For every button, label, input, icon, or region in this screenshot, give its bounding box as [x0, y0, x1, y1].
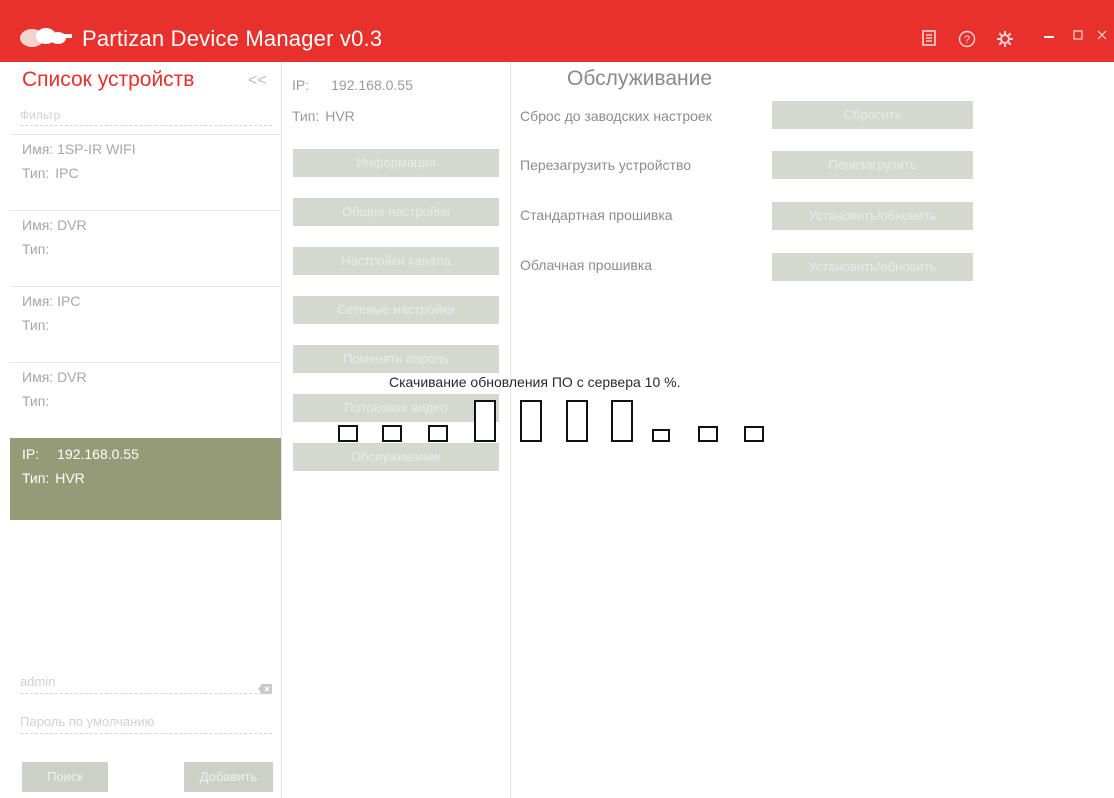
device-list-title: Список устройств — [22, 68, 195, 91]
cloud-firmware-button[interactable]: Установить/обновить — [772, 253, 973, 281]
factory-reset-button[interactable]: Сбросить — [772, 101, 973, 129]
device-ip-row: IP: 192.168.0.55 — [292, 77, 413, 93]
device-name-label: Имя: — [22, 141, 54, 157]
network-settings-button[interactable]: Сетевые настройки — [293, 296, 499, 324]
progress-box — [520, 400, 542, 442]
reboot-button[interactable]: Перезагрузить — [772, 151, 973, 179]
reboot-label: Перезагрузить устройство — [520, 157, 692, 173]
progress-box — [698, 426, 718, 442]
help-icon[interactable]: ? — [958, 30, 976, 48]
close-icon[interactable] — [1096, 28, 1108, 47]
list-icon[interactable] — [920, 30, 938, 48]
device-name-label: Имя: — [22, 217, 54, 233]
maximize-icon[interactable] — [1072, 28, 1084, 47]
cloud-firmware-label: Облачная прошивка — [520, 257, 653, 273]
search-button[interactable]: Поиск — [22, 762, 108, 792]
login-input[interactable] — [20, 670, 272, 694]
device-type: HVR — [55, 470, 85, 486]
ip-value: 192.168.0.55 — [331, 77, 413, 93]
device-name: 1SP-IR WIFI — [57, 141, 136, 157]
standard-firmware-label: Стандартная прошивка — [520, 207, 673, 223]
device-type-label: Тип: — [22, 165, 50, 181]
progress-box — [611, 400, 633, 442]
maintenance-title: Обслуживание — [567, 67, 713, 90]
info-button[interactable]: Информация — [293, 149, 499, 177]
filter-input[interactable] — [20, 104, 272, 126]
general-settings-button[interactable]: Общие настройки — [293, 198, 499, 226]
change-password-button[interactable]: Поменять пароль — [293, 345, 499, 373]
device-list-panel: Список устройств << Имя: 1SP-IR WIFI Тип… — [10, 62, 281, 798]
title-bar: Partizan Device Manager v0.3 ? — [0, 0, 1114, 62]
device-list-item-selected[interactable]: IP: 192.168.0.55 Тип: HVR — [10, 438, 281, 520]
device-list-item[interactable]: Имя: DVR Тип: — [10, 362, 281, 438]
device-list-item[interactable]: Имя: IPC Тип: — [10, 286, 281, 362]
device-list-item[interactable]: Имя: 1SP-IR WIFI Тип: IPC — [10, 134, 281, 210]
download-status-text: Скачивание обновления ПО с сервера 10 %. — [389, 374, 681, 390]
app-title: Partizan Device Manager v0.3 — [82, 26, 383, 51]
content-divider — [510, 62, 511, 798]
maintenance-button[interactable]: Обслуживание — [293, 443, 499, 471]
password-input[interactable] — [20, 710, 272, 734]
device-name: DVR — [57, 369, 87, 385]
add-device-button[interactable]: Добавить — [184, 762, 273, 792]
settings-icon[interactable] — [996, 30, 1014, 48]
progress-box — [338, 425, 358, 442]
device-name-label: Имя: — [22, 293, 54, 309]
device-name: DVR — [57, 217, 87, 233]
device-ip-label: IP: — [22, 446, 40, 462]
video-stream-button[interactable]: Потоковое видео — [293, 394, 499, 422]
svg-text:?: ? — [964, 34, 970, 46]
device-ip: 192.168.0.55 — [57, 446, 139, 462]
device-type: IPC — [55, 165, 79, 181]
device-name-label: Имя: — [22, 369, 54, 385]
sidebar-divider — [281, 62, 282, 798]
device-type-label: Тип: — [22, 470, 50, 486]
progress-box — [428, 425, 448, 442]
progress-box — [652, 429, 670, 442]
collapse-sidebar-icon[interactable]: << — [248, 72, 267, 90]
clear-input-icon[interactable] — [258, 684, 272, 694]
device-type-label: Тип: — [22, 393, 50, 409]
channel-settings-button[interactable]: Настройки канала — [293, 247, 499, 275]
device-type-label: Тип: — [22, 317, 50, 333]
ip-label: IP: — [292, 77, 310, 93]
minimize-icon[interactable] — [1043, 26, 1055, 47]
device-name: IPC — [57, 293, 81, 309]
progress-box — [744, 426, 764, 442]
progress-box — [474, 400, 496, 442]
type-label: Тип: — [292, 108, 320, 124]
logo-icon — [20, 28, 72, 47]
factory-reset-label: Сброс до заводских настроек — [520, 108, 712, 124]
progress-box — [566, 400, 588, 442]
progress-box — [382, 425, 402, 442]
device-type-row: Тип: HVR — [292, 108, 355, 124]
type-value: HVR — [325, 108, 355, 124]
device-type-label: Тип: — [22, 241, 50, 257]
standard-firmware-button[interactable]: Установить/обновить — [772, 202, 973, 230]
device-list-item[interactable]: Имя: DVR Тип: — [10, 210, 281, 286]
